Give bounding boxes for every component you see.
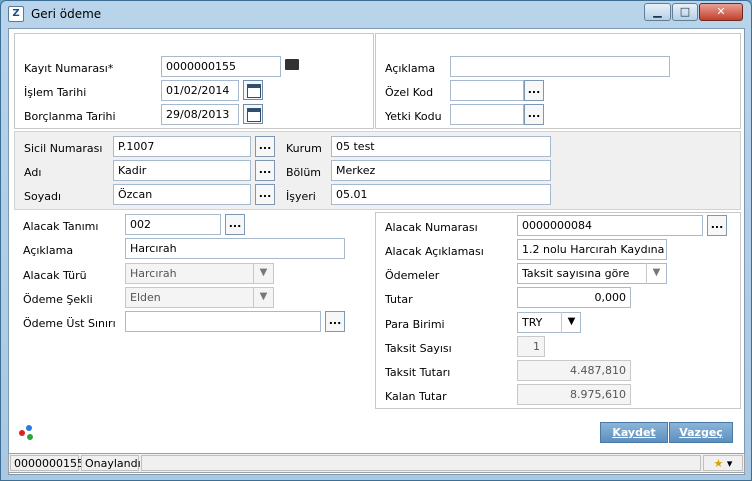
bolum-label: Bölüm	[286, 166, 322, 179]
kayit-label: Kayıt Numarası*	[24, 62, 114, 75]
title-bar: Z Geri ödeme ▁ □ ✕	[1, 1, 751, 28]
status-empty-cell	[141, 455, 701, 471]
adi-field[interactable]: Kadir	[113, 160, 251, 181]
alacak-tanimi-field[interactable]: 002	[125, 214, 221, 235]
taksit-sayisi-label: Taksit Sayısı	[385, 342, 452, 355]
tutar-label: Tutar	[385, 293, 413, 306]
alacak-aciklamasi-field[interactable]: 1.2 nolu Harcırah Kaydına ait!	[517, 239, 667, 260]
cancel-button[interactable]: Vazgeç	[669, 422, 733, 443]
close-button[interactable]: ✕	[699, 3, 743, 21]
para-birimi-label: Para Birimi	[385, 318, 445, 331]
alacak-aciklamasi-label: Alacak Açıklaması	[385, 245, 484, 258]
islem-tarihi-field[interactable]: 01/02/2014	[161, 80, 239, 101]
odemeler-label: Ödemeler	[385, 269, 440, 282]
alacak-tanimi-lookup-button[interactable]: ...	[225, 214, 245, 235]
soyadi-lookup-button[interactable]: ...	[255, 184, 275, 205]
alacak-aciklama-field[interactable]: Harcırah	[125, 238, 345, 259]
save-button[interactable]: Kaydet	[600, 422, 668, 443]
sicil-label: Sicil Numarası	[24, 142, 103, 155]
islem-label: İşlem Tarihi	[24, 86, 87, 99]
payment-panel: Alacak Numarası 0000000084 ... Alacak Aç…	[375, 212, 741, 409]
yetki-kodu-field[interactable]	[450, 104, 524, 125]
status-dots-icon[interactable]	[19, 425, 35, 441]
odeme-sekli-label: Ödeme Şekli	[23, 293, 93, 306]
status-record-number: 0000000155	[10, 455, 84, 471]
window-title: Geri ödeme	[31, 7, 102, 21]
borc-label: Borçlanma Tarihi	[24, 110, 116, 123]
employee-panel: Sicil Numarası P.1007 ... Adı Kadir ... …	[14, 131, 741, 210]
kayit-numarasi-field[interactable]: 0000000155	[161, 56, 281, 77]
app-window: Z Geri ödeme ▁ □ ✕ Kayıt Numarası* 00000…	[0, 0, 752, 481]
chevron-down-icon[interactable]: ▼	[561, 312, 581, 333]
code-panel: Açıklama Özel Kod ... Yetki Kodu ...	[375, 33, 741, 129]
tutar-field[interactable]: 0,000	[517, 287, 631, 308]
kurum-field[interactable]: 05 test	[331, 136, 551, 157]
odeme-sekli-select[interactable]: Elden	[125, 287, 274, 308]
yetki-kodu-label: Yetki Kodu	[385, 110, 442, 123]
taksit-tutari-label: Taksit Tutarı	[385, 366, 451, 379]
form-area: Kayıt Numarası* 0000000155 İşlem Tarihi …	[8, 28, 745, 475]
alacak-numarasi-field[interactable]: 0000000084	[517, 215, 703, 236]
isyeri-field[interactable]: 05.01	[331, 184, 551, 205]
yetki-kodu-lookup-button[interactable]: ...	[524, 104, 544, 125]
aciklama-label: Açıklama	[385, 62, 436, 75]
odemeler-select[interactable]: Taksit sayısına göre	[517, 263, 667, 284]
adi-label: Adı	[24, 166, 42, 179]
ozel-kod-field[interactable]	[450, 80, 524, 101]
alacak-numarasi-lookup-button[interactable]: ...	[707, 215, 727, 236]
chevron-down-icon[interactable]: ▼	[253, 263, 273, 284]
taksit-tutari-field: 4.487,810	[517, 360, 631, 381]
odeme-ust-lookup-button[interactable]: ...	[325, 311, 345, 332]
soyadi-field[interactable]: Özcan	[113, 184, 251, 205]
kalan-tutar-field: 8.975,610	[517, 384, 631, 405]
odeme-ust-siniri-field[interactable]	[125, 311, 321, 332]
alacak-tanimi-label: Alacak Tanımı	[23, 220, 99, 233]
sicil-lookup-button[interactable]: ...	[255, 136, 275, 157]
isyeri-label: İşyeri	[286, 190, 316, 203]
maximize-button[interactable]: □	[672, 3, 698, 21]
bolum-field[interactable]: Merkez	[331, 160, 551, 181]
ozel-kod-label: Özel Kod	[385, 86, 434, 99]
borclanma-tarihi-field[interactable]: 29/08/2013	[161, 104, 239, 125]
odeme-ust-label: Ödeme Üst Sınırı	[23, 317, 116, 330]
camera-icon[interactable]	[285, 59, 299, 70]
app-logo-icon: Z	[8, 6, 24, 22]
record-panel: Kayıt Numarası* 0000000155 İşlem Tarihi …	[14, 33, 374, 129]
calendar-icon[interactable]	[243, 104, 263, 124]
aciklama2-label: Açıklama	[23, 244, 74, 257]
taksit-sayisi-field[interactable]: 1	[517, 336, 545, 357]
chevron-down-icon[interactable]: ▼	[646, 263, 666, 284]
status-state: Onaylandı	[81, 455, 141, 471]
aciklama-field[interactable]	[450, 56, 670, 77]
favorites-star-icon[interactable]: ★ ▾	[703, 455, 743, 471]
receivable-panel: Alacak Tanımı 002 ... Açıklama Harcırah …	[14, 212, 374, 412]
soyadi-label: Soyadı	[24, 190, 62, 203]
adi-lookup-button[interactable]: ...	[255, 160, 275, 181]
kalan-tutar-label: Kalan Tutar	[385, 390, 447, 403]
minimize-button[interactable]: ▁	[644, 3, 671, 21]
sicil-numarasi-field[interactable]: P.1007	[113, 136, 251, 157]
alacak-numarasi-label: Alacak Numarası	[385, 221, 478, 234]
kurum-label: Kurum	[286, 142, 322, 155]
ozel-kod-lookup-button[interactable]: ...	[524, 80, 544, 101]
alacak-turu-select[interactable]: Harcırah	[125, 263, 274, 284]
status-bar: 0000000155 Onaylandı ★ ▾	[8, 453, 745, 473]
calendar-icon[interactable]	[243, 80, 263, 100]
chevron-down-icon[interactable]: ▼	[253, 287, 273, 308]
alacak-turu-label: Alacak Türü	[23, 269, 87, 282]
